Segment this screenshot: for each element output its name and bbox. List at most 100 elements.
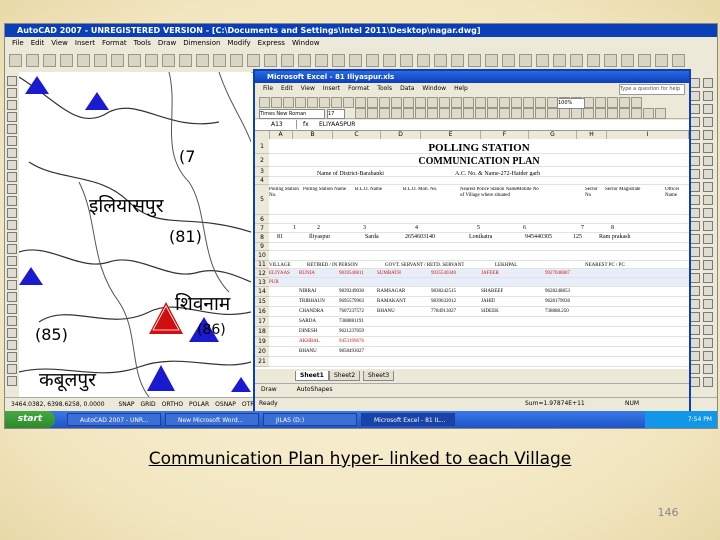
excel-menu-item[interactable]: Data: [400, 85, 414, 92]
toolbar-button-icon[interactable]: [162, 54, 175, 67]
row-header[interactable]: 16: [255, 307, 269, 317]
toolbar-button-icon[interactable]: [332, 54, 345, 67]
format-toolbar-icon[interactable]: [355, 108, 366, 119]
contact-cell[interactable]: 9935540340: [431, 270, 456, 278]
draw-tool-icon[interactable]: [7, 220, 17, 230]
toolbar-button-icon[interactable]: [196, 54, 209, 67]
format-toolbar-icon[interactable]: [547, 108, 558, 119]
modify-tool-icon[interactable]: [690, 273, 700, 283]
sheet-tab[interactable]: Sheet1: [295, 371, 329, 381]
toolbar-button-icon[interactable]: [519, 54, 532, 67]
modify-tool-icon[interactable]: [690, 351, 700, 361]
font-name-select[interactable]: Times New Roman: [259, 109, 325, 119]
toolbar-button-icon[interactable]: [298, 54, 311, 67]
toolbar-button-icon[interactable]: [587, 54, 600, 67]
format-toolbar-icon[interactable]: [655, 108, 666, 119]
contact-cell[interactable]: DINESH: [299, 328, 317, 336]
format-toolbar-icon[interactable]: [607, 108, 618, 119]
contact-cell[interactable]: 9621237059: [339, 328, 364, 336]
excel-toolbar-icon[interactable]: [535, 97, 546, 108]
modify-tool-icon[interactable]: [703, 130, 713, 140]
format-toolbar-icon[interactable]: [523, 108, 534, 119]
column-header[interactable]: A: [269, 131, 293, 139]
modify-tool-icon[interactable]: [690, 195, 700, 205]
status-toggle-button[interactable]: GRID: [140, 401, 155, 408]
contact-cell[interactable]: 9628248853: [545, 288, 570, 296]
taskbar-item[interactable]: AutoCAD 2007 - UNR...: [67, 413, 161, 426]
format-toolbar-icon[interactable]: [427, 108, 438, 119]
format-toolbar-icon[interactable]: [571, 108, 582, 119]
excel-menu-item[interactable]: Insert: [323, 85, 340, 92]
draw-tool-icon[interactable]: [7, 376, 17, 386]
draw-tool-icon[interactable]: [7, 256, 17, 266]
modify-tool-icon[interactable]: [690, 312, 700, 322]
autocad-menu-item[interactable]: Window: [292, 39, 320, 47]
format-toolbar-icon[interactable]: [487, 108, 498, 119]
taskbar-item[interactable]: JILAS (D:): [263, 413, 357, 426]
column-header[interactable]: B: [293, 131, 333, 139]
excel-toolbar-icon[interactable]: [511, 97, 522, 108]
contact-cell[interactable]: SUMBATH: [377, 270, 401, 278]
contact-cell[interactable]: JAHID: [481, 298, 495, 306]
toolbar-button-icon[interactable]: [400, 54, 413, 67]
modify-tool-icon[interactable]: [690, 130, 700, 140]
format-toolbar-icon[interactable]: [535, 108, 546, 119]
contact-cell[interactable]: 7607237572: [339, 308, 364, 316]
excel-toolbar-icon[interactable]: [439, 97, 450, 108]
row-header[interactable]: 15: [255, 297, 269, 307]
modify-tool-icon[interactable]: [690, 325, 700, 335]
draw-tool-icon[interactable]: [7, 124, 17, 134]
toolbar-button-icon[interactable]: [451, 54, 464, 67]
autocad-menu-item[interactable]: Dimension: [183, 39, 220, 47]
autocad-menu-item[interactable]: Format: [102, 39, 127, 47]
excel-menu-item[interactable]: File: [263, 85, 273, 92]
modify-tool-icon[interactable]: [690, 169, 700, 179]
excel-toolbar-icon[interactable]: [295, 97, 306, 108]
modify-tool-icon[interactable]: [690, 260, 700, 270]
draw-tool-icon[interactable]: [7, 172, 17, 182]
format-toolbar-icon[interactable]: [391, 108, 402, 119]
excel-toolbar-icon[interactable]: [283, 97, 294, 108]
draw-tool-icon[interactable]: [7, 148, 17, 158]
contact-cell[interactable]: 7388881191: [339, 318, 364, 326]
spreadsheet-grid[interactable]: POLLING STATION COMMUNICATION PLAN Name …: [255, 139, 689, 369]
contact-cell[interactable]: NIRRAJ: [299, 288, 317, 296]
autocad-menu-item[interactable]: Express: [258, 39, 285, 47]
column-header[interactable]: E: [421, 131, 481, 139]
modify-tool-icon[interactable]: [703, 117, 713, 127]
toolbar-button-icon[interactable]: [417, 54, 430, 67]
modify-tool-icon[interactable]: [703, 78, 713, 88]
modify-tool-icon[interactable]: [690, 91, 700, 101]
toolbar-button-icon[interactable]: [247, 54, 260, 67]
excel-toolbar-icon[interactable]: [463, 97, 474, 108]
draw-tool-icon[interactable]: [7, 232, 17, 242]
toolbar-button-icon[interactable]: [9, 54, 22, 67]
modify-tool-icon[interactable]: [703, 234, 713, 244]
autocad-menu-item[interactable]: Tools: [134, 39, 151, 47]
column-header[interactable]: D: [381, 131, 421, 139]
excel-toolbar-icon[interactable]: [379, 97, 390, 108]
format-toolbar-icon[interactable]: [367, 108, 378, 119]
status-toggle-button[interactable]: OSNAP: [215, 401, 236, 408]
excel-toolbar-icon[interactable]: [607, 97, 618, 108]
contact-cell[interactable]: TRIBHAUN: [299, 298, 325, 306]
toolbar-button-icon[interactable]: [434, 54, 447, 67]
contact-cell[interactable]: 738888.250: [545, 308, 569, 316]
modify-tool-icon[interactable]: [703, 221, 713, 231]
toolbar-button-icon[interactable]: [281, 54, 294, 67]
format-toolbar-icon[interactable]: [415, 108, 426, 119]
draw-tool-icon[interactable]: [7, 328, 17, 338]
excel-menu-item[interactable]: Format: [348, 85, 369, 92]
modify-tool-icon[interactable]: [690, 208, 700, 218]
status-toggle-button[interactable]: ORTHO: [162, 401, 183, 408]
row-header[interactable]: 3: [255, 167, 269, 177]
toolbar-button-icon[interactable]: [179, 54, 192, 67]
village-marker[interactable]: [85, 92, 109, 110]
excel-toolbar-icon[interactable]: [487, 97, 498, 108]
name-box[interactable]: A13: [257, 120, 297, 129]
toolbar-button-icon[interactable]: [213, 54, 226, 67]
toolbar-button-icon[interactable]: [570, 54, 583, 67]
toolbar-button-icon[interactable]: [536, 54, 549, 67]
modify-tool-icon[interactable]: [703, 104, 713, 114]
modify-tool-icon[interactable]: [703, 325, 713, 335]
